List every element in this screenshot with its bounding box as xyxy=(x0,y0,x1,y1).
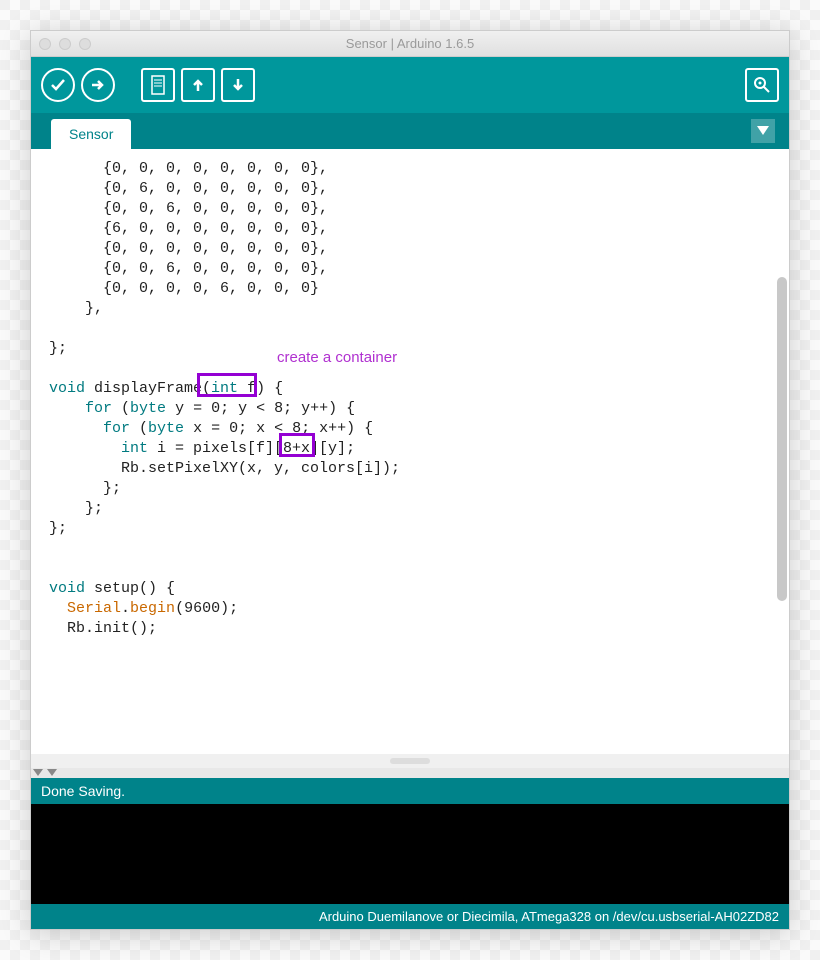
scroll-thumb-h[interactable] xyxy=(390,758,430,764)
tab-sensor[interactable]: Sensor xyxy=(51,119,131,149)
status-message: Done Saving. xyxy=(41,783,125,799)
upload-button[interactable] xyxy=(81,68,115,102)
vertical-scrollbar[interactable] xyxy=(777,159,787,748)
open-button[interactable] xyxy=(181,68,215,102)
chevron-down-icon xyxy=(757,126,769,136)
triangle-icon xyxy=(33,769,43,776)
new-file-icon xyxy=(149,74,167,96)
tabbar: Sensor xyxy=(31,113,789,149)
status-bar: Done Saving. xyxy=(31,778,789,804)
check-icon xyxy=(49,76,67,94)
arduino-ide-window: Sensor | Arduino 1.6.5 Sensor {0, 0, xyxy=(30,30,790,930)
bottom-board-info: Arduino Duemilanove or Diecimila, ATmega… xyxy=(31,904,789,929)
new-button[interactable] xyxy=(141,68,175,102)
window-title: Sensor | Arduino 1.6.5 xyxy=(31,36,789,51)
horizontal-scrollbar[interactable] xyxy=(31,754,789,768)
annotation-create-container: create a container xyxy=(277,349,397,366)
triangle-icon xyxy=(47,769,57,776)
pane-separator[interactable] xyxy=(31,768,789,778)
editor-area: {0, 0, 0, 0, 0, 0, 0, 0}, {0, 6, 0, 0, 0… xyxy=(31,149,789,768)
magnifier-icon xyxy=(752,75,772,95)
scroll-thumb[interactable] xyxy=(777,277,787,601)
toolbar xyxy=(31,57,789,113)
zoom-window-button[interactable] xyxy=(79,38,91,50)
close-window-button[interactable] xyxy=(39,38,51,50)
arrow-right-icon xyxy=(89,76,107,94)
verify-button[interactable] xyxy=(41,68,75,102)
code-editor[interactable]: {0, 0, 0, 0, 0, 0, 0, 0}, {0, 6, 0, 0, 0… xyxy=(49,159,775,748)
save-button[interactable] xyxy=(221,68,255,102)
window-controls xyxy=(39,38,91,50)
tab-menu-button[interactable] xyxy=(751,119,775,143)
serial-monitor-button[interactable] xyxy=(745,68,779,102)
titlebar: Sensor | Arduino 1.6.5 xyxy=(31,31,789,57)
board-port-label: Arduino Duemilanove or Diecimila, ATmega… xyxy=(319,909,779,924)
arrow-down-icon xyxy=(229,76,247,94)
minimize-window-button[interactable] xyxy=(59,38,71,50)
console-output[interactable] xyxy=(31,804,789,904)
arrow-up-icon xyxy=(189,76,207,94)
